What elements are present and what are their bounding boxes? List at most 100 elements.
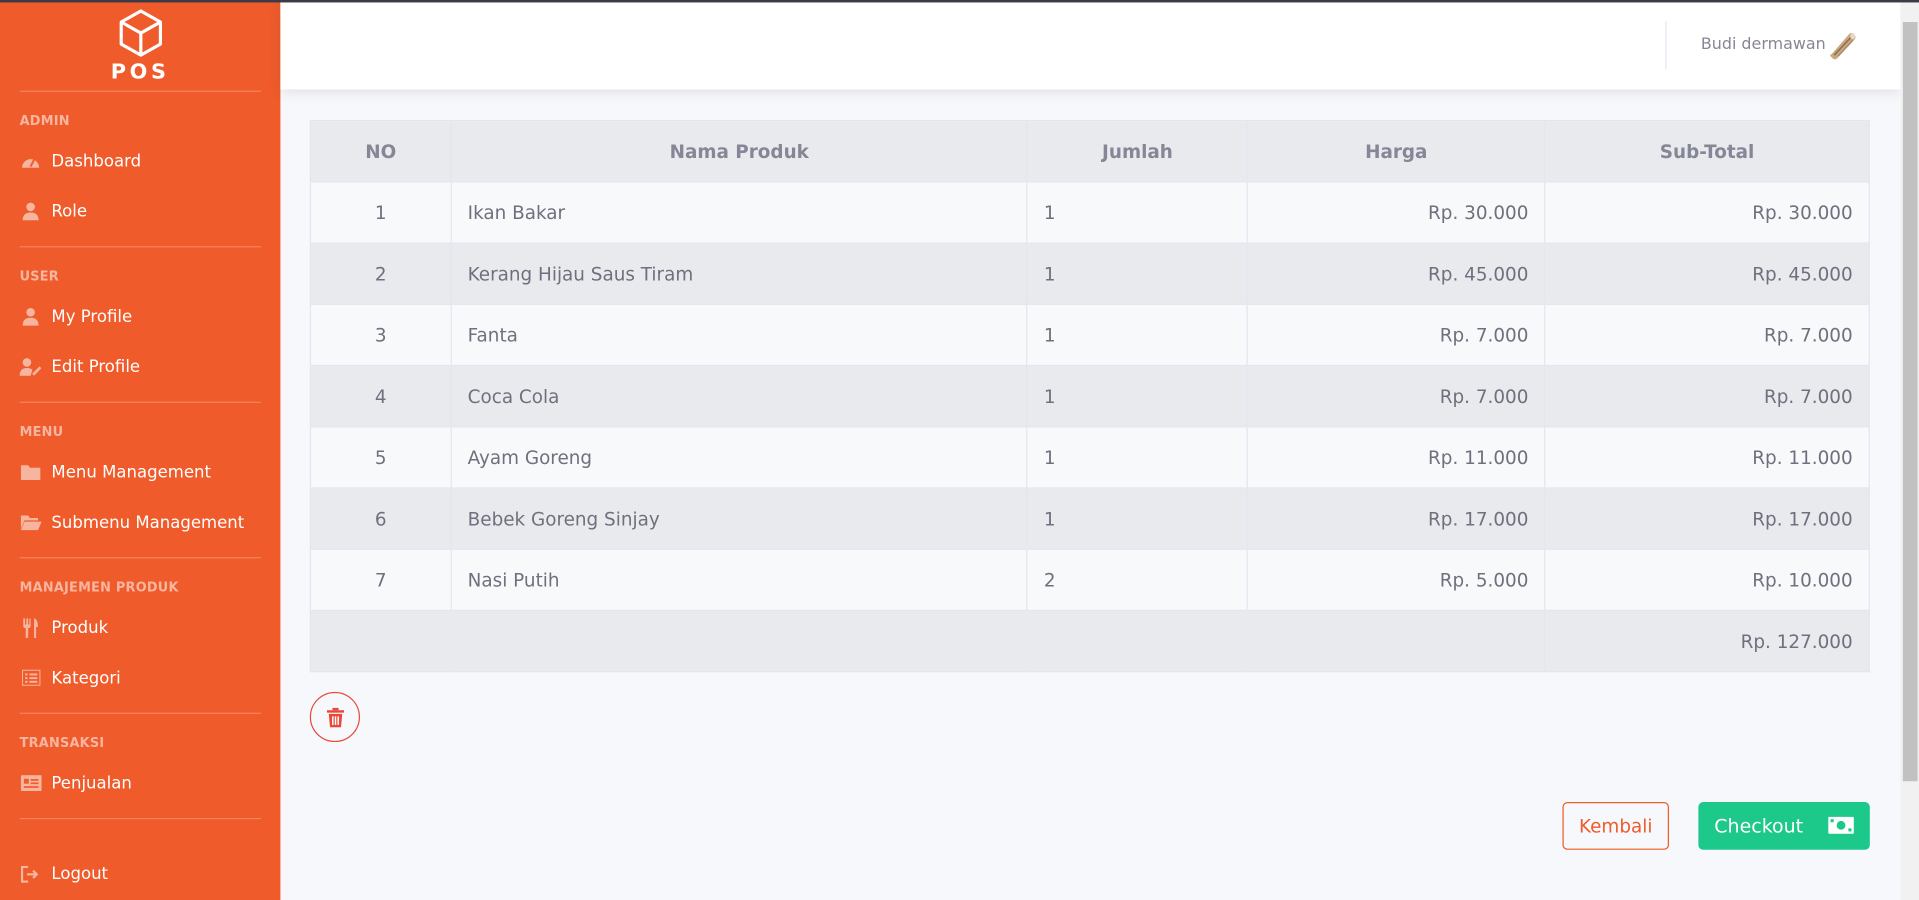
cell-name: Nasi Putih (450, 548, 1028, 612)
cell-no: 6 (309, 487, 452, 550)
user-icon (20, 201, 42, 221)
cell-no: 7 (309, 548, 452, 612)
sidebar-item-label: Logout (51, 863, 109, 884)
table-row: 2 Kerang Hijau Saus Tiram 1 Rp. 45.000 R… (309, 242, 1870, 305)
sidebar-item-label: Submenu Management (51, 512, 245, 533)
cell-qty: 1 (1026, 426, 1249, 489)
cell-total: Rp. 127.000 (1544, 609, 1870, 673)
sidebar-item-label: Edit Profile (51, 356, 141, 377)
cell-no: 5 (309, 426, 452, 489)
cell-subtotal: Rp. 7.000 (1544, 364, 1870, 428)
sidebar-item-label: Role (51, 201, 88, 222)
folder-open-icon (20, 512, 42, 532)
sidebar-item-menu-management[interactable]: Menu Management (0, 447, 280, 497)
cell-qty: 1 (1026, 303, 1249, 367)
cell-subtotal: Rp. 17.000 (1544, 487, 1870, 550)
cell-name: Kerang Hijau Saus Tiram (450, 242, 1028, 305)
table-row: 1 Ikan Bakar 1 Rp. 30.000 Rp. 30.000 (309, 181, 1870, 244)
column-header-qty: Jumlah (1026, 120, 1249, 183)
user-name[interactable]: Budi dermawan (1701, 36, 1826, 54)
money-bill-icon (1828, 816, 1854, 834)
column-header-name: Nama Produk (450, 120, 1028, 183)
user-icon (20, 307, 42, 327)
cell-subtotal: Rp. 10.000 (1544, 548, 1870, 612)
table-row: 4 Coca Cola 1 Rp. 7.000 Rp. 7.000 (309, 364, 1870, 428)
cell-name: Ayam Goreng (450, 426, 1028, 489)
total-spacer-cell (309, 609, 1546, 673)
window-top-border (0, 0, 1919, 3)
avatar-icon[interactable] (1827, 29, 1859, 61)
sidebar-item-role[interactable]: Role (0, 186, 280, 236)
checkout-button[interactable]: Checkout (1698, 802, 1870, 850)
clear-cart-button[interactable] (309, 691, 361, 743)
sidebar-divider (19, 817, 261, 820)
cube-icon (119, 9, 162, 57)
cell-price: Rp. 11.000 (1247, 426, 1546, 489)
cell-price: Rp. 45.000 (1247, 242, 1546, 305)
speedometer-icon (20, 151, 42, 171)
sidebar-item-kategori[interactable]: Kategori (0, 653, 280, 703)
sidebar-item-label: Menu Management (51, 462, 211, 482)
cell-no: 1 (309, 181, 452, 244)
table-row: 5 Ayam Goreng 1 Rp. 11.000 Rp. 11.000 (309, 426, 1870, 489)
sidebar-item-submenu-management[interactable]: Submenu Management (0, 497, 280, 547)
back-button[interactable]: Kembali (1562, 802, 1669, 850)
cell-name: Fanta (450, 303, 1028, 367)
cell-qty: 1 (1026, 364, 1249, 428)
sidebar-heading-user: USER (19, 269, 59, 285)
table-row: 6 Bebek Goreng Sinjay 1 Rp. 17.000 Rp. 1… (309, 487, 1870, 550)
cell-name: Ikan Bakar (450, 181, 1028, 244)
sidebar-item-penjualan[interactable]: Penjualan (0, 758, 280, 808)
sidebar-item-logout[interactable]: Logout (0, 849, 280, 899)
cell-no: 3 (309, 303, 452, 367)
sidebar-item-label: Dashboard (51, 151, 142, 171)
cell-qty: 1 (1026, 487, 1249, 550)
cart-table: NO Nama Produk Jumlah Harga Sub-Total 1 … (309, 120, 1870, 673)
cell-price: Rp. 30.000 (1247, 181, 1546, 244)
cell-price: Rp. 7.000 (1247, 303, 1546, 367)
cell-qty: 1 (1026, 242, 1249, 305)
sidebar-item-label: Penjualan (51, 773, 132, 793)
sidebar-heading-transaksi: TRANSAKSI (19, 735, 105, 751)
brand-name: POS (110, 60, 170, 85)
sidebar-item-dashboard[interactable]: Dashboard (0, 136, 280, 186)
sidebar-item-my-profile[interactable]: My Profile (0, 291, 280, 341)
cell-price: Rp. 5.000 (1247, 548, 1546, 612)
sidebar-item-label: Produk (51, 617, 109, 638)
cell-qty: 2 (1026, 548, 1249, 612)
utensils-icon (20, 617, 42, 638)
sidebar-item-produk[interactable]: Produk (0, 602, 280, 652)
table-row: 7 Nasi Putih 2 Rp. 5.000 Rp. 10.000 (309, 548, 1870, 612)
sidebar-heading-manajemen-produk: MANAJEMEN PRODUK (19, 580, 179, 596)
sidebar: POS ADMIN Dashboard Role USER My Profile (0, 0, 281, 900)
folder-icon (20, 462, 42, 482)
table-header-row: NO Nama Produk Jumlah Harga Sub-Total (309, 120, 1870, 183)
cell-subtotal: Rp. 45.000 (1544, 242, 1870, 305)
table-total-row: Rp. 127.000 (309, 609, 1870, 673)
trash-icon (326, 707, 344, 727)
list-icon (20, 668, 42, 688)
cell-name: Coca Cola (450, 364, 1028, 428)
cell-name: Bebek Goreng Sinjay (450, 487, 1028, 550)
logout-icon (20, 864, 42, 884)
cell-no: 2 (309, 242, 452, 305)
cell-qty: 1 (1026, 181, 1249, 244)
sidebar-item-edit-profile[interactable]: Edit Profile (0, 342, 280, 392)
topbar-divider (1665, 20, 1667, 70)
user-edit-icon (19, 357, 42, 377)
scrollbar-thumb[interactable] (1902, 22, 1918, 782)
table-row: 3 Fanta 1 Rp. 7.000 Rp. 7.000 (309, 303, 1870, 367)
cell-price: Rp. 7.000 (1247, 364, 1546, 428)
cell-subtotal: Rp. 30.000 (1544, 181, 1870, 244)
column-header-subtotal: Sub-Total (1544, 120, 1870, 183)
cell-subtotal: Rp. 11.000 (1544, 426, 1870, 489)
sidebar-heading-admin: ADMIN (19, 113, 70, 129)
cell-price: Rp. 17.000 (1247, 487, 1546, 550)
topbar: Budi dermawan (280, 2, 1901, 90)
sidebar-item-label: My Profile (51, 306, 133, 327)
brand[interactable]: POS (0, 0, 280, 91)
cell-no: 4 (309, 364, 452, 428)
app: POS ADMIN Dashboard Role USER My Profile (0, 0, 1919, 900)
sidebar-item-label: Kategori (51, 667, 121, 688)
column-header-price: Harga (1247, 120, 1546, 183)
